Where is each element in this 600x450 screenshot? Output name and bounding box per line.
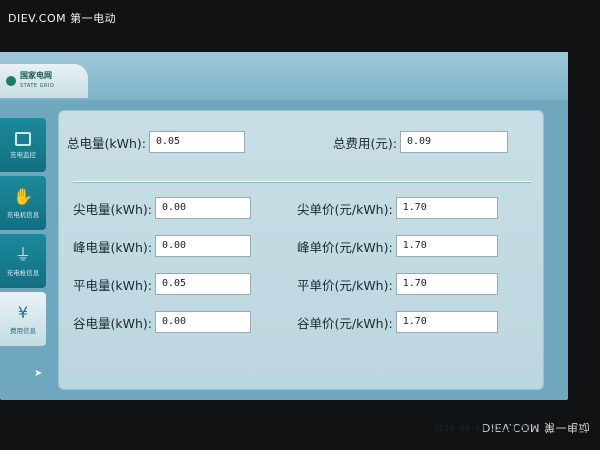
energy-field[interactable]: 0.00 (155, 197, 251, 219)
pause-box-icon (15, 131, 31, 146)
sidebar-item-charging-monitor[interactable]: 充电监控 (0, 118, 46, 172)
total-energy-label: 总电量(kWh): (67, 135, 146, 151)
energy-label: 平电量(kWh): (73, 277, 152, 293)
total-cost-field[interactable]: 0.09 (399, 131, 508, 153)
state-grid-emblem-icon (6, 76, 16, 86)
sidebar-item-label: 充电机信息 (6, 210, 40, 219)
watermark-top: DIEV.COM 第一电动 (8, 12, 117, 25)
price-field[interactable]: 1.70 (395, 311, 498, 333)
sidebar: 充电监控 ✋ 充电机信息 ⏚ 充电枪信息 ¥ 费用信息 (0, 118, 46, 392)
price-row: 谷单价(元/kWh): 1.70 (297, 311, 498, 333)
total-energy-field[interactable]: 0.05 (149, 131, 245, 153)
divider (73, 181, 531, 183)
price-label: 尖单价(元/kWh): (297, 201, 393, 217)
price-field[interactable]: 1.70 (395, 235, 498, 257)
total-cost-label: 总费用(元): (333, 135, 397, 151)
charger-plug-icon: ⏚ (14, 244, 31, 264)
energy-field[interactable]: 0.00 (155, 311, 251, 333)
yen-icon: ¥ (17, 302, 29, 322)
price-label: 平单价(元/kWh): (297, 277, 393, 293)
sidebar-item-label: 费用信息 (10, 326, 36, 335)
hand-card-icon: ✋ (13, 186, 33, 206)
price-field[interactable]: 1.70 (395, 273, 498, 295)
mouse-pointer-icon: ➤ (34, 368, 43, 379)
sidebar-item-gun-info[interactable]: ⏚ 充电枪信息 (0, 234, 46, 288)
logo-chinese: 国家电网 (20, 71, 52, 80)
energy-field[interactable]: 0.00 (155, 235, 251, 257)
price-row: 尖单价(元/kWh): 1.70 (297, 197, 498, 219)
sidebar-item-label: 充电监控 (10, 150, 36, 159)
energy-row: 平电量(kWh): 0.05 (73, 273, 251, 295)
energy-row: 谷电量(kWh): 0.00 (73, 311, 251, 333)
price-field[interactable]: 1.70 (395, 197, 498, 219)
price-row: 峰单价(元/kWh): 1.70 (297, 235, 498, 257)
state-grid-logo: 国家电网 STATE GRID (0, 64, 88, 98)
cost-info-panel: 总电量(kWh): 0.05 总费用(元): 0.09 尖电量(kWh): 0.… (58, 110, 544, 390)
price-label: 谷单价(元/kWh): (297, 315, 393, 331)
status-timestamp: 2016-08-03 22:11:53 (434, 424, 532, 434)
total-energy-row: 总电量(kWh): 0.05 (67, 131, 245, 153)
sidebar-item-label: 充电枪信息 (6, 268, 40, 277)
hmi-screen: 国家电网 STATE GRID 充电监控 ✋ 充电机信息 ⏚ 充电枪信息 ¥ 费… (0, 52, 568, 434)
price-row: 平单价(元/kWh): 1.70 (297, 273, 498, 295)
sidebar-item-cost-info[interactable]: ¥ 费用信息 (0, 292, 46, 346)
energy-label: 峰电量(kWh): (73, 239, 152, 255)
energy-field[interactable]: 0.05 (155, 273, 251, 295)
energy-row: 尖电量(kWh): 0.00 (73, 197, 251, 219)
header-bar: 国家电网 STATE GRID (0, 52, 568, 100)
total-cost-row: 总费用(元): 0.09 (333, 131, 508, 153)
logo-english: STATE GRID (20, 83, 55, 89)
energy-label: 谷电量(kWh): (73, 315, 152, 331)
price-label: 峰单价(元/kWh): (297, 239, 393, 255)
energy-label: 尖电量(kWh): (73, 201, 152, 217)
sidebar-item-charger-info[interactable]: ✋ 充电机信息 (0, 176, 46, 230)
energy-row: 峰电量(kWh): 0.00 (73, 235, 251, 257)
